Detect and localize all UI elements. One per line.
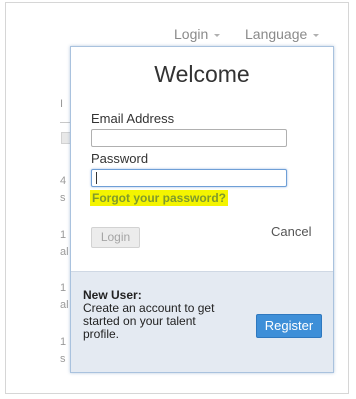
nav-login[interactable]: Login (174, 26, 221, 42)
email-label: Email Address (91, 111, 175, 126)
caret-down-icon (214, 33, 221, 37)
forgot-password-link[interactable]: Forgot your password? (90, 190, 229, 206)
login-button[interactable]: Login (91, 227, 140, 248)
background-text-fragment: s (60, 353, 66, 365)
background-divider (60, 122, 70, 123)
background-text-fragment: s (60, 192, 66, 204)
caret-down-icon (313, 33, 320, 37)
new-user-description: Create an account to get started on your… (83, 301, 215, 341)
page: Login Language I 4 s 1 al 1 al 1 s Welco… (0, 0, 356, 399)
nav-language[interactable]: Language (245, 26, 320, 42)
email-field[interactable] (91, 129, 287, 147)
top-nav: Login Language (0, 26, 356, 44)
background-text-fragment: 1 (60, 336, 67, 348)
background-text-fragment: al (60, 299, 69, 311)
password-label: Password (91, 151, 149, 166)
new-user-panel: New User: Create an account to get start… (71, 271, 333, 372)
login-dialog: Welcome Email Address Password Forgot yo… (70, 46, 334, 373)
nav-language-label: Language (245, 26, 308, 42)
password-field[interactable] (91, 169, 287, 187)
background-text-fragment: al (60, 246, 69, 258)
cancel-link[interactable]: Cancel (271, 224, 311, 239)
background-text-fragment: 1 (60, 282, 67, 294)
background-text-fragment: 4 (60, 175, 67, 187)
nav-login-label: Login (174, 26, 209, 42)
text-cursor (96, 172, 97, 184)
new-user-title: New User: (83, 288, 142, 302)
background-text-fragment: 1 (60, 229, 67, 241)
background-text-fragment: I (60, 98, 64, 110)
register-button[interactable]: Register (256, 314, 322, 338)
dialog-title: Welcome (154, 61, 250, 87)
